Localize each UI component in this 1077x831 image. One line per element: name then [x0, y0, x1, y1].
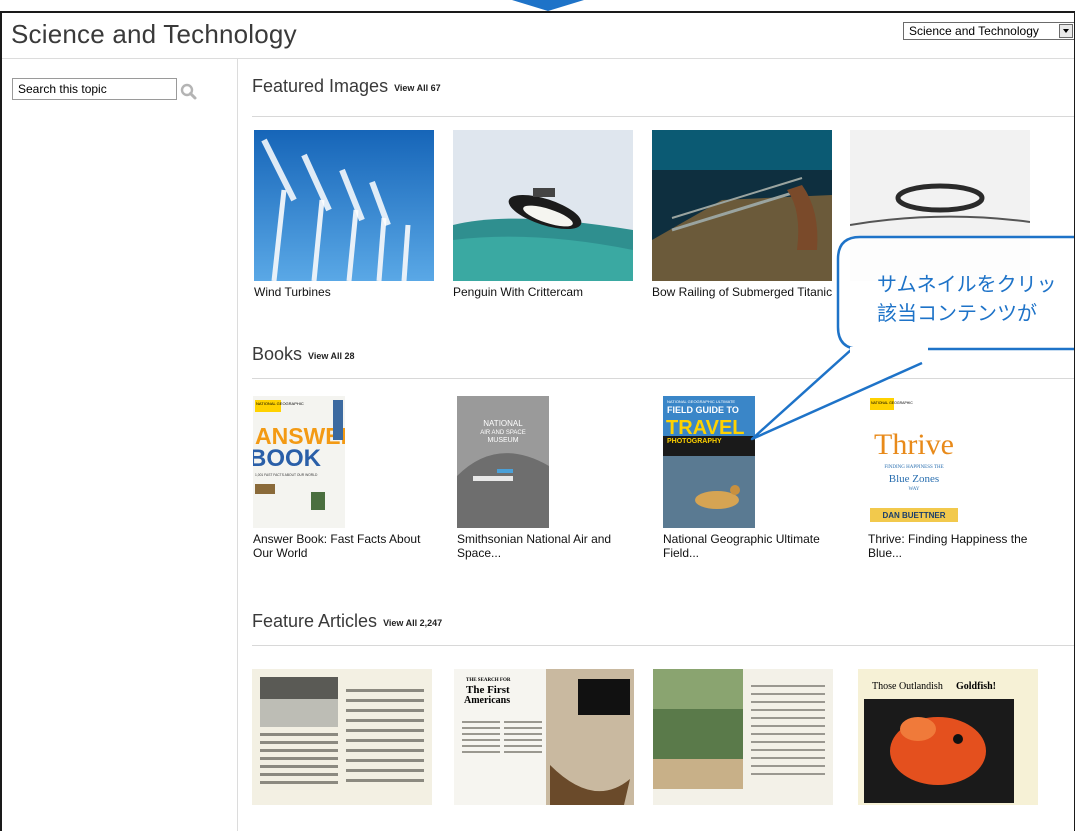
cover-text: 1,001 FAST FACTS ABOUT OUR WORLD	[255, 473, 318, 477]
book-caption: Smithsonian National Air and Space...	[457, 532, 612, 560]
article-card-3[interactable]	[653, 669, 843, 809]
section-divider	[252, 645, 1074, 646]
feature-articles-title: Feature Articles	[252, 611, 378, 631]
page-text: THE SEARCH FOR	[466, 678, 511, 683]
book-caption: National Geographic Ultimate Field...	[663, 532, 820, 560]
callout-text: サムネイルをクリッ 該当コンテンツが	[877, 271, 1057, 329]
callout-line-2: 該当コンテンツが	[877, 303, 1037, 325]
feature-articles-view-all-link[interactable]: View All 2,247	[383, 618, 442, 628]
air-and-space-cover[interactable]: NATIONAL AIR AND SPACE MUSEUM	[457, 396, 549, 528]
image-caption: Penguin With Crittercam	[453, 285, 584, 299]
search-icon[interactable]	[179, 82, 199, 102]
titanic-thumbnail[interactable]	[652, 130, 832, 281]
book-card-travel-photography[interactable]: NATIONAL GEOGRAPHIC ULTIMATE FIELD GUIDE…	[663, 396, 853, 560]
cover-text: PHOTOGRAPHY	[667, 438, 722, 445]
article-card-goldfish[interactable]: Those Outlandish Goldfish!	[858, 669, 1048, 809]
article-1-thumbnail[interactable]	[252, 669, 432, 805]
travel-photography-cover[interactable]: NATIONAL GEOGRAPHIC ULTIMATE FIELD GUIDE…	[663, 396, 755, 528]
section-divider	[252, 116, 1074, 117]
aircraft-thumbnail[interactable]	[850, 130, 1030, 281]
chevron-down-icon[interactable]	[1059, 24, 1073, 38]
wind-turbines-thumbnail[interactable]	[254, 130, 434, 281]
article-card-1[interactable]	[252, 669, 442, 809]
image-card-wind-turbines[interactable]: Wind Turbines	[254, 130, 444, 299]
cover-text: NATIONAL GEOGRAPHIC	[871, 401, 913, 405]
topic-dropdown[interactable]: Science and Technology	[903, 22, 1074, 40]
article-2-thumbnail[interactable]: THE SEARCH FOR The First Americans	[454, 669, 634, 805]
answer-book-cover[interactable]: NATIONAL GEOGRAPHIC ANSWER BOOK 1,001 FA…	[253, 396, 345, 528]
featured-images-title: Featured Images	[252, 76, 389, 96]
cover-text: Thrive	[874, 428, 954, 461]
featured-images-heading: Featured Images View All 67	[252, 76, 441, 97]
page-text: Those Outlandish	[872, 681, 943, 692]
cover-text: MUSEUM	[487, 437, 518, 444]
books-view-all-link[interactable]: View All 28	[308, 351, 355, 361]
featured-images-view-all-link[interactable]: View All 67	[394, 83, 441, 93]
image-card-titanic[interactable]: Bow Railing of Submerged Titanic	[652, 130, 842, 299]
topic-dropdown-value: Science and Technology	[909, 24, 1039, 38]
callout-line-1: サムネイルをクリッ	[877, 274, 1057, 296]
cover-text: WAY	[909, 487, 920, 492]
image-caption: Bow Railing of Submerged Titanic	[652, 285, 833, 299]
book-card-air-and-space[interactable]: NATIONAL AIR AND SPACE MUSEUM Smithsonia…	[457, 396, 647, 560]
book-caption: Answer Book: Fast Facts About Our World	[253, 532, 421, 560]
page-text: Americans	[464, 695, 510, 706]
cover-text: FIELD GUIDE TO	[667, 405, 739, 415]
thrive-cover[interactable]: NATIONAL GEOGRAPHIC Thrive FINDING HAPPI…	[868, 396, 960, 528]
penguin-thumbnail[interactable]	[453, 130, 633, 281]
article-4-thumbnail[interactable]: Those Outlandish Goldfish!	[858, 669, 1038, 805]
feature-articles-heading: Feature Articles View All 2,247	[252, 611, 442, 632]
cover-text: Blue Zones	[889, 473, 939, 485]
title-divider	[2, 58, 1074, 59]
cover-text: FINDING HAPPINESS THE	[884, 465, 943, 470]
book-card-answer-book[interactable]: NATIONAL GEOGRAPHIC ANSWER BOOK 1,001 FA…	[253, 396, 443, 560]
book-caption: Thrive: Finding Happiness the Blue...	[868, 532, 1028, 560]
cover-text: NATIONAL GEOGRAPHIC	[256, 401, 304, 406]
cover-text: TRAVEL	[666, 417, 745, 439]
books-title: Books	[252, 344, 303, 364]
cover-text: NATIONAL GEOGRAPHIC ULTIMATE	[667, 399, 735, 404]
books-heading: Books View All 28	[252, 344, 355, 365]
cover-text: DAN BUETTNER	[882, 511, 945, 520]
image-caption: Wind Turbines	[254, 285, 331, 299]
top-arrow-indicator	[512, 0, 584, 11]
cover-text: AIR AND SPACE	[480, 430, 526, 436]
cover-text: BOOK	[253, 445, 322, 472]
sidebar-divider	[237, 58, 238, 831]
article-card-first-americans[interactable]: THE SEARCH FOR The First Americans	[454, 669, 644, 809]
topic-page: Science and Technology Science and Techn…	[0, 11, 1075, 831]
search-input[interactable]	[12, 78, 177, 100]
page-text: Goldfish!	[956, 681, 996, 692]
book-card-thrive[interactable]: NATIONAL GEOGRAPHIC Thrive FINDING HAPPI…	[868, 396, 1058, 560]
article-3-thumbnail[interactable]	[653, 669, 833, 805]
cover-text: NATIONAL	[483, 419, 523, 428]
image-card-aircraft[interactable]	[850, 130, 1040, 285]
image-card-penguin[interactable]: Penguin With Crittercam	[453, 130, 643, 299]
section-divider	[252, 378, 1074, 379]
page-title: Science and Technology	[11, 19, 297, 49]
